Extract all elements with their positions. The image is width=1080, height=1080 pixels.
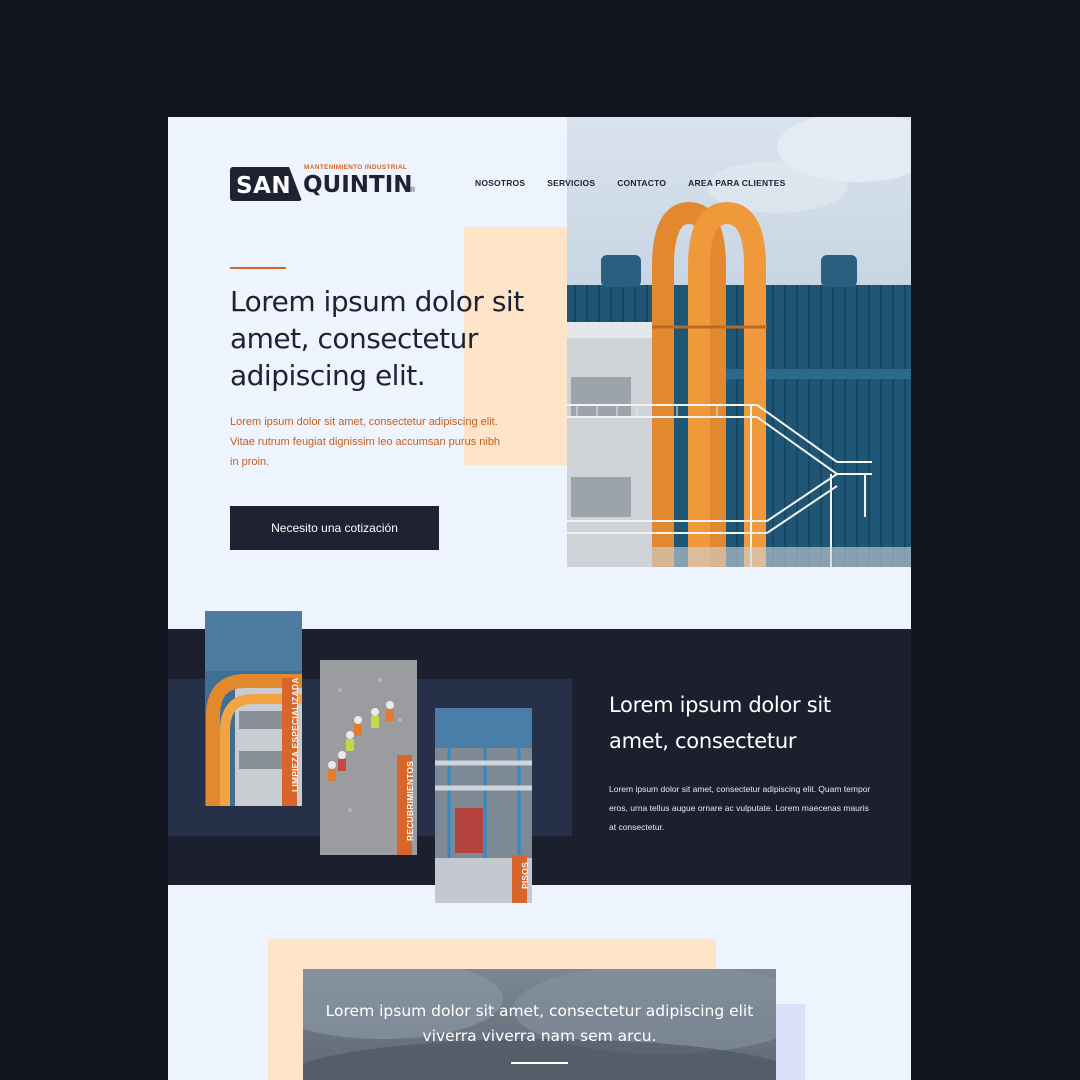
service-label-limpieza: LIMPIEZA ESPECIALIZADA xyxy=(289,677,300,792)
service-card-limpieza[interactable]: LIMPIEZA ESPECIALIZADA xyxy=(205,611,302,806)
service-card-recubrimientos[interactable]: RECUBRIMIENTOS xyxy=(320,660,417,855)
hero-description: Lorem ipsum dolor sit amet, consectetur … xyxy=(230,416,501,468)
quote-text: Lorem ipsum dolor sit amet, consectetur … xyxy=(325,1002,754,1045)
logo-san-text: SAN xyxy=(236,173,292,199)
logo-badge: SAN xyxy=(230,167,302,201)
nav-item-servicios[interactable]: SERVICIOS xyxy=(547,178,595,188)
hero-divider xyxy=(230,267,286,269)
service-tag-pisos: PISOS xyxy=(512,855,530,903)
landing-page: SAN MANTENIMIENTO INDUSTRIAL QUINTIN ® N… xyxy=(168,117,911,1080)
nav-item-contacto[interactable]: CONTACTO xyxy=(617,178,666,188)
services-title: Lorem ipsum dolor sit amet, consectetur xyxy=(609,693,831,753)
quote-banner-image: Lorem ipsum dolor sit amet, consectetur … xyxy=(303,969,776,1080)
service-tag-recubrimientos: RECUBRIMIENTOS xyxy=(397,755,415,855)
nav-item-area-clientes[interactable]: AREA PARA CLIENTES xyxy=(688,178,785,188)
quote-accent-lavender xyxy=(773,1004,805,1080)
quote-request-button[interactable]: Necesito una cotización xyxy=(230,506,439,550)
services-description: Lorem ipsum dolor sit amet, consectetur … xyxy=(609,784,871,832)
hero-title: Lorem ipsum dolor sit amet, consectetur … xyxy=(230,285,524,392)
service-tag-limpieza: LIMPIEZA ESPECIALIZADA xyxy=(282,677,300,806)
nav-item-nosotros[interactable]: NOSOTROS xyxy=(475,178,525,188)
service-card-pisos[interactable]: PISOS xyxy=(435,708,532,903)
service-label-pisos: PISOS xyxy=(519,862,530,889)
logo-tagline: MANTENIMIENTO INDUSTRIAL xyxy=(304,164,408,171)
quote-divider xyxy=(511,1062,568,1064)
main-nav: NOSOTROS SERVICIOS CONTACTO AREA PARA CL… xyxy=(475,178,807,188)
service-label-recubrimientos: RECUBRIMIENTOS xyxy=(404,760,415,841)
brand-logo[interactable]: SAN MANTENIMIENTO INDUSTRIAL QUINTIN ® xyxy=(230,164,420,205)
logo-quintin-text: QUINTIN xyxy=(303,172,413,198)
registered-mark: ® xyxy=(410,187,416,194)
